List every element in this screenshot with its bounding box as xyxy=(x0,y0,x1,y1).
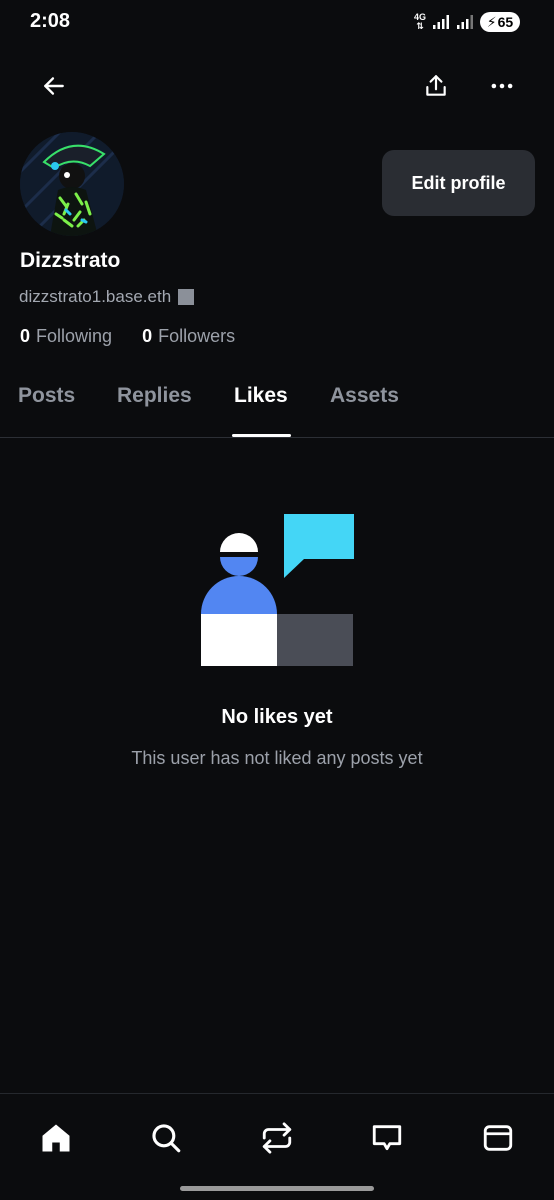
status-bar: 2:08 4G ⇅ ⚡ 65 xyxy=(0,0,554,44)
followers-label: Followers xyxy=(158,326,236,346)
signal-icon xyxy=(433,15,449,29)
arrow-left-icon xyxy=(44,77,64,95)
battery-level: 65 xyxy=(497,14,514,30)
charging-bolt-icon: ⚡ xyxy=(486,13,497,30)
share-button[interactable] xyxy=(414,64,458,108)
messages-icon xyxy=(372,1125,402,1151)
following-link[interactable]: 0 Following xyxy=(20,326,112,347)
wallet-icon xyxy=(483,1125,513,1151)
following-label: Following xyxy=(36,326,113,346)
nav-home-button[interactable] xyxy=(34,1116,78,1160)
tab-assets[interactable]: Assets xyxy=(330,384,399,408)
empty-state-title: No likes yet xyxy=(221,706,333,728)
display-name: Dizzstrato xyxy=(20,249,121,272)
avatar-image xyxy=(20,132,124,236)
followers-link[interactable]: 0 Followers xyxy=(142,326,235,347)
followers-count: 0 xyxy=(142,326,153,346)
repost-icon xyxy=(262,1122,292,1154)
signal-icon-2 xyxy=(457,15,473,29)
edit-profile-button[interactable]: Edit profile xyxy=(382,150,535,216)
nav-search-button[interactable] xyxy=(144,1116,188,1160)
nav-wallet-button[interactable] xyxy=(476,1116,520,1160)
more-options-button[interactable] xyxy=(480,64,524,108)
nav-repost-button[interactable] xyxy=(255,1116,299,1160)
profile-tabs: Posts Replies Likes Assets xyxy=(0,370,554,438)
handle-row: dizzstrato1.base.eth xyxy=(19,287,195,307)
status-time: 2:08 xyxy=(30,10,71,32)
tab-replies[interactable]: Replies xyxy=(117,384,192,408)
nav-messages-button[interactable] xyxy=(365,1116,409,1160)
badge-square-icon xyxy=(178,289,195,305)
following-count: 0 xyxy=(20,326,31,346)
ellipsis-icon xyxy=(491,83,513,89)
empty-state-subtitle: This user has not liked any posts yet xyxy=(131,748,423,768)
follow-stats: 0 Following 0 Followers xyxy=(20,326,235,347)
battery-indicator: ⚡ 65 xyxy=(480,12,520,32)
status-icons: 4G ⇅ ⚡ 65 xyxy=(414,11,520,33)
home-icon xyxy=(42,1124,70,1152)
back-button[interactable] xyxy=(32,64,76,108)
top-app-bar xyxy=(0,60,554,112)
avatar[interactable] xyxy=(20,132,124,236)
network-type-icon: 4G ⇅ xyxy=(413,12,426,31)
profile-screen: 2:08 4G ⇅ ⚡ 65 Edit profile Dizzstrato d… xyxy=(0,0,554,1200)
gesture-home-indicator[interactable] xyxy=(180,1186,374,1191)
tab-likes[interactable]: Likes xyxy=(234,384,288,408)
profile-handle: dizzstrato1.base.eth xyxy=(19,287,172,306)
tab-posts[interactable]: Posts xyxy=(18,384,75,408)
search-icon xyxy=(152,1124,181,1153)
bottom-navigation xyxy=(0,1093,554,1200)
share-upload-icon xyxy=(426,75,446,96)
empty-likes-illustration xyxy=(201,514,354,666)
active-tab-indicator xyxy=(232,434,291,437)
